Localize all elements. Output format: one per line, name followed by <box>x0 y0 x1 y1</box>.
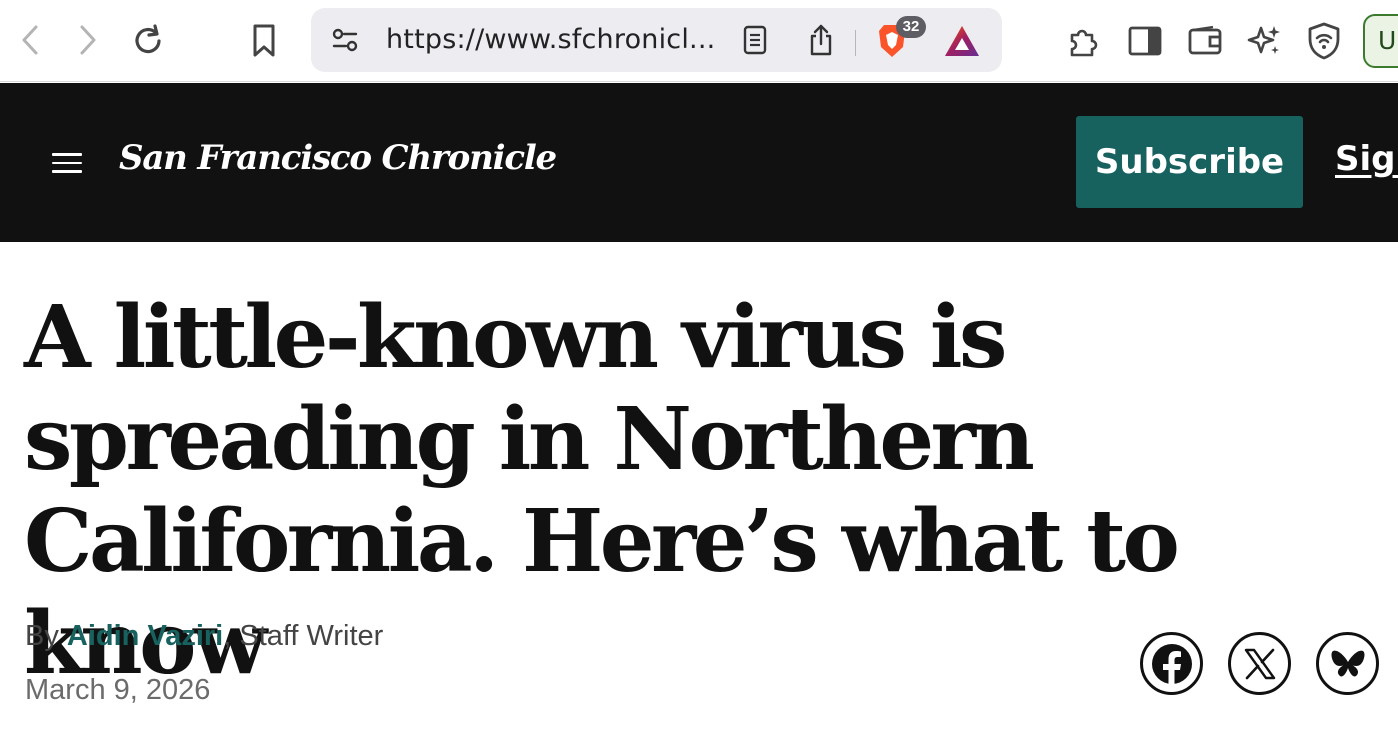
sidebar-button[interactable] <box>1124 20 1166 62</box>
share-x-button[interactable] <box>1228 632 1291 695</box>
browser-toolbar: https://www.sfchronicl... 32 U <box>0 0 1398 82</box>
author-link[interactable]: Aidin Vaziri <box>67 620 223 652</box>
reader-mode-icon <box>743 25 767 55</box>
reload-button[interactable] <box>127 20 169 62</box>
vpn-button[interactable] <box>1303 20 1345 62</box>
byline-separator: , <box>223 620 232 652</box>
site-logo[interactable]: San Francisco Chronicle <box>119 138 557 178</box>
back-button[interactable] <box>12 22 48 58</box>
byline-prefix: By <box>25 620 59 652</box>
share-bluesky-button[interactable] <box>1316 632 1379 695</box>
extensions-button[interactable] <box>1063 20 1105 62</box>
author-role: Staff Writer <box>239 620 384 652</box>
bookmark-icon <box>253 24 275 57</box>
bluesky-icon <box>1331 650 1364 676</box>
wallet-icon <box>1188 25 1222 55</box>
bookmark-button[interactable] <box>246 20 282 62</box>
sign-in-link[interactable]: Sign <box>1335 139 1398 179</box>
profile-button[interactable]: U <box>1363 14 1398 68</box>
vpn-icon <box>1308 22 1340 60</box>
facebook-icon <box>1151 643 1192 686</box>
byline: By Aidin Vaziri, Staff Writer <box>25 620 383 653</box>
share-icon <box>810 24 832 56</box>
subscribe-button[interactable]: Subscribe <box>1076 116 1303 208</box>
leo-ai-button[interactable] <box>1244 20 1286 62</box>
forward-icon <box>80 25 96 55</box>
wallet-button[interactable] <box>1184 20 1226 62</box>
back-icon <box>22 25 38 55</box>
shields-count-badge: 32 <box>896 16 926 38</box>
sidebar-icon <box>1128 26 1162 56</box>
url-bar-divider <box>855 30 856 56</box>
share-facebook-button[interactable] <box>1140 632 1203 695</box>
site-settings-icon <box>332 28 358 52</box>
brave-rewards-button[interactable] <box>942 22 982 60</box>
publish-date: March 9, 2026 <box>25 674 211 706</box>
site-header: San Francisco Chronicle Subscribe Sign <box>0 83 1398 242</box>
extensions-icon <box>1070 29 1098 57</box>
brave-rewards-icon <box>945 26 979 56</box>
hamburger-menu-icon[interactable] <box>52 153 82 173</box>
reader-mode-button[interactable] <box>739 24 771 56</box>
leo-ai-icon <box>1247 26 1280 54</box>
address-bar[interactable]: https://www.sfchronicl... <box>311 8 1002 72</box>
url-text[interactable]: https://www.sfchronicl... <box>386 8 715 72</box>
site-settings-button[interactable] <box>329 25 361 55</box>
share-page-button[interactable] <box>805 22 837 58</box>
reload-icon <box>135 24 161 54</box>
forward-button[interactable] <box>70 22 106 58</box>
x-icon <box>1244 648 1275 679</box>
